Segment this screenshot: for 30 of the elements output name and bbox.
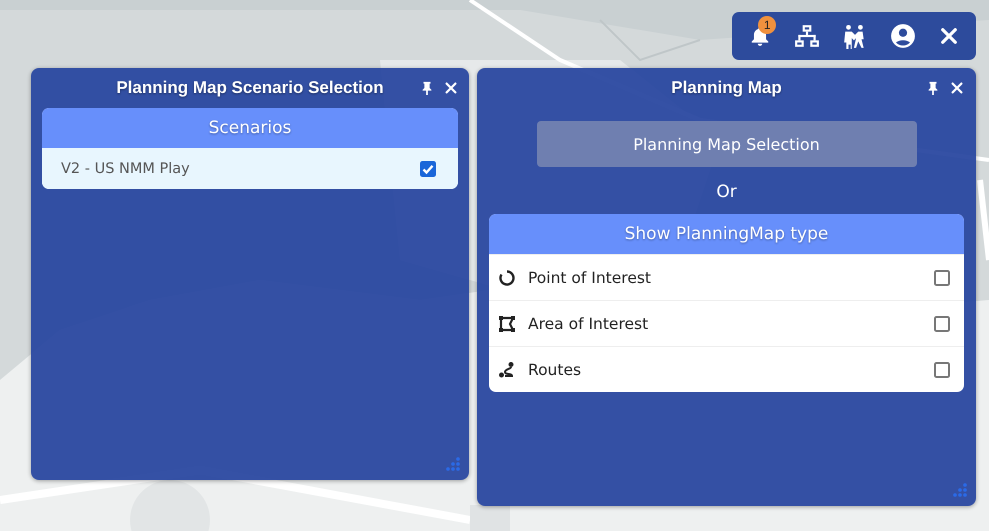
checkbox[interactable]: [420, 160, 436, 176]
pin-icon[interactable]: [420, 81, 434, 95]
separator-text: Or: [715, 182, 738, 202]
close-icon[interactable]: [950, 81, 964, 95]
close-icon[interactable]: [938, 26, 959, 46]
pin-icon[interactable]: [926, 81, 940, 95]
planning-map-selection-button[interactable]: Planning Map Selection: [536, 121, 916, 167]
route-icon: [498, 360, 516, 378]
polygon-icon: [498, 314, 516, 332]
type-row[interactable]: Routes: [489, 346, 964, 392]
checkbox[interactable]: [934, 270, 950, 286]
scenario-label: V2 - US NMM Play: [61, 160, 190, 176]
panel-title: Planning Map: [671, 78, 782, 98]
list-header: Show PlanningMap type: [489, 214, 964, 254]
checkbox[interactable]: [934, 316, 950, 332]
type-row[interactable]: Point of Interest: [489, 254, 964, 300]
type-row[interactable]: Area of Interest: [489, 300, 964, 346]
account-icon[interactable]: [890, 23, 916, 49]
notification-badge: 1: [758, 16, 776, 34]
scenario-row[interactable]: V2 - US NMM Play: [42, 148, 458, 189]
type-label: Area of Interest: [528, 314, 650, 332]
close-icon[interactable]: [444, 81, 458, 95]
list-header: Scenarios: [42, 108, 458, 148]
panel-title: Planning Map Scenario Selection: [116, 78, 384, 98]
type-label: Point of Interest: [528, 268, 652, 286]
resize-grip-icon[interactable]: [445, 456, 461, 472]
type-label: Routes: [528, 360, 582, 378]
network-icon[interactable]: [794, 23, 820, 49]
checkbox[interactable]: [934, 362, 950, 378]
resize-grip-icon[interactable]: [952, 482, 968, 498]
